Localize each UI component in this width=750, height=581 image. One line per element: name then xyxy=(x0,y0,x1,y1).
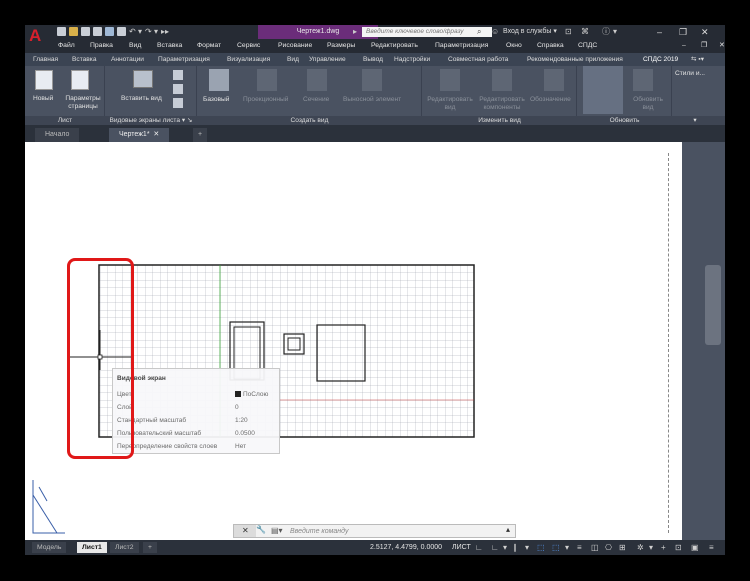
tooltip-value-std-scale: 1:20 xyxy=(235,417,248,424)
ortho-icon[interactable]: ∟ xyxy=(491,542,499,553)
tooltip-value-custom-scale: 0.0500 xyxy=(235,430,255,437)
command-line[interactable]: ✕ 🔧 ▤▾ Введите команду ▴ xyxy=(233,524,516,538)
tab-layout1[interactable]: Лист1 xyxy=(77,542,107,553)
workspace-dropdown-icon[interactable]: ▾ xyxy=(649,542,653,553)
status-bar: Модель Лист1 Лист2 + 2.5127, 4.4799, 0.0… xyxy=(25,540,725,555)
customize-status-icon[interactable]: ≡ xyxy=(709,542,714,553)
annotation-highlight xyxy=(67,258,134,459)
space-mode-label[interactable]: ЛИСТ xyxy=(452,542,471,553)
snap-tracking-dropdown-icon[interactable]: ▾ xyxy=(565,542,569,553)
object-snap-icon[interactable]: ⬚ xyxy=(537,542,545,553)
lineweight-icon[interactable]: ≡ xyxy=(577,542,582,553)
transparency-icon[interactable]: ◫ xyxy=(591,542,599,553)
hardware-accel-icon[interactable]: ⊡ xyxy=(675,542,682,553)
tooltip-value-layer: 0 xyxy=(235,404,239,411)
annotation-monitor-icon[interactable]: ⊞ xyxy=(619,542,626,553)
ucs-icon xyxy=(32,480,65,534)
workspace-icon[interactable]: ✲ xyxy=(637,542,644,553)
coordinates-readout[interactable]: 2.5127, 4.4799, 0.0000 xyxy=(370,542,442,553)
annotation-scale-icon[interactable]: + xyxy=(661,542,666,553)
cmd-customize-icon[interactable]: 🔧 xyxy=(256,525,266,534)
tab-layout2[interactable]: Лист2 xyxy=(110,542,139,553)
tooltip-value-color: ПоСлою xyxy=(235,391,268,398)
tab-model[interactable]: Модель xyxy=(32,542,67,553)
tooltip-value-layer-override: Нет xyxy=(235,443,247,450)
viewport-tooltip: Видовой экран Цвет ПоСлою Слой 0 Стандар… xyxy=(112,368,280,454)
cmd-recent-icon[interactable]: ▤▾ xyxy=(271,526,283,535)
command-input[interactable]: Введите команду xyxy=(290,527,348,537)
isodraft-icon[interactable]: ∥ xyxy=(513,542,517,553)
snap-icon[interactable]: ∟ xyxy=(475,542,483,553)
cmd-close-icon[interactable]: ✕ xyxy=(242,526,249,535)
snap-tracking-icon[interactable]: ⬚ xyxy=(552,542,560,553)
selection-cycling-icon[interactable]: ⎔ xyxy=(605,542,612,553)
autocad-window: ↶ ▾ ↷ ▾ ▸▸ Чертеж1.dwg ▸ Введите ключево… xyxy=(25,25,725,555)
clean-screen-icon[interactable]: ▣ xyxy=(691,542,699,553)
cmd-history-icon[interactable]: ▴ xyxy=(506,525,510,534)
add-layout-button[interactable]: + xyxy=(143,542,157,553)
polar-dropdown-icon[interactable]: ▾ xyxy=(503,542,507,553)
isodraft-dropdown-icon[interactable]: ▾ xyxy=(525,542,529,553)
